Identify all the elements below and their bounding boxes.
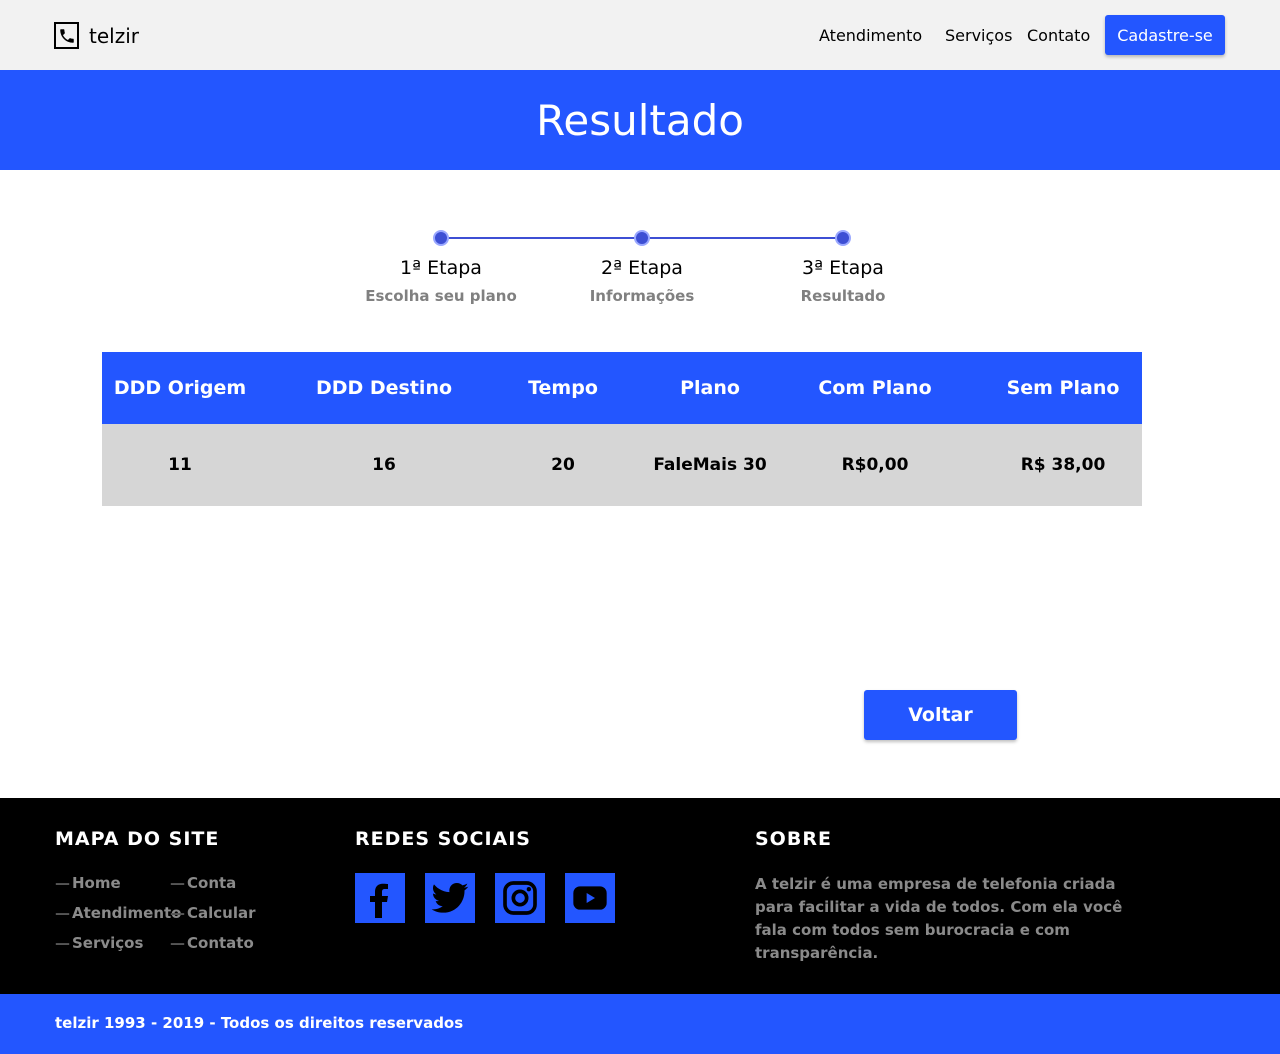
cell-com-plano: R$0,00 [841, 455, 909, 475]
footer-link-label: Home [72, 874, 121, 892]
step-3-dot [835, 230, 851, 246]
footer-link-label: Serviços [72, 934, 144, 952]
brand-name: telzir [89, 23, 139, 48]
dash-icon: — [170, 904, 185, 922]
footer-link-contato[interactable]: — Contato [170, 934, 254, 952]
phone-icon [54, 22, 79, 49]
column-header-sem-plano: Sem Plano [1006, 377, 1120, 399]
column-header-tempo: Tempo [528, 377, 598, 399]
footer-link-home[interactable]: — Home [55, 874, 121, 892]
brand-logo[interactable]: telzir [54, 22, 139, 49]
step-1-dot [433, 230, 449, 246]
footer-link-conta[interactable]: — Conta [170, 874, 236, 892]
back-button[interactable]: Voltar [864, 690, 1017, 740]
site-footer: MAPA DO SITE — Home — Atendimento — Serviço… [0, 798, 1280, 994]
about-heading: SOBRE [755, 828, 832, 850]
twitter-icon[interactable] [425, 873, 475, 923]
copyright-text: telzir 1993 - 2019 - Todos os direitos r… [55, 1014, 464, 1032]
cell-ddd-destino: 16 [372, 455, 396, 475]
copyright-bar: telzir 1993 - 2019 - Todos os direitos r… [0, 994, 1280, 1054]
page-banner: Resultado [0, 70, 1280, 170]
table-header-row: DDD Origem DDD Destino Tempo Plano Com P… [102, 352, 1142, 424]
nav-servicos[interactable]: Serviços [945, 0, 1012, 70]
step-1-title: 1ª Etapa [400, 257, 482, 279]
page-title: Resultado [536, 95, 744, 145]
cell-sem-plano: R$ 38,00 [1020, 455, 1106, 475]
step-2-title: 2ª Etapa [601, 257, 683, 279]
step-3-subtitle: Resultado [800, 287, 886, 305]
cell-tempo: 20 [551, 455, 575, 475]
footer-link-atendimento[interactable]: — Atendimento [55, 904, 181, 922]
dash-icon: — [170, 874, 185, 892]
footer-link-calcular[interactable]: — Calcular [170, 904, 256, 922]
column-header-plano: Plano [680, 377, 740, 399]
step-2-subtitle: Informações [589, 287, 695, 305]
column-header-ddd-destino: DDD Destino [315, 377, 453, 399]
footer-link-label: Atendimento [72, 904, 182, 922]
sitemap-heading: MAPA DO SITE [55, 828, 220, 850]
footer-link-label: Conta [187, 874, 237, 892]
nav-atendimento[interactable]: Atendimento [819, 0, 922, 70]
cell-ddd-origem: 11 [168, 455, 192, 475]
dash-icon: — [55, 904, 70, 922]
dash-icon: — [55, 874, 70, 892]
step-3-title: 3ª Etapa [802, 257, 884, 279]
about-text: A telzir é uma empresa de telefonia cria… [755, 875, 1123, 962]
footer-link-label: Contato [187, 934, 254, 952]
column-header-com-plano: Com Plano [818, 377, 932, 399]
nav-contato[interactable]: Contato [1027, 0, 1090, 70]
result-table: DDD Origem DDD Destino Tempo Plano Com P… [102, 352, 1142, 506]
dash-icon: — [55, 934, 70, 952]
cell-plano: FaleMais 30 [653, 455, 767, 475]
instagram-icon[interactable] [495, 873, 545, 923]
signup-button[interactable]: Cadastre-se [1105, 15, 1225, 55]
step-1-subtitle: Escolha seu plano [365, 287, 517, 305]
step-2-dot [634, 230, 650, 246]
youtube-icon[interactable] [565, 873, 615, 923]
column-header-ddd-origem: DDD Origem [113, 377, 247, 399]
facebook-icon[interactable] [355, 873, 405, 923]
footer-link-label: Calcular [187, 904, 256, 922]
dash-icon: — [170, 934, 185, 952]
footer-link-servicos[interactable]: — Serviços [55, 934, 143, 952]
table-row: 11 16 20 FaleMais 30 R$0,00 R$ 38,00 [102, 424, 1142, 506]
top-navbar: telzir Atendimento Serviços Contato Cada… [0, 0, 1280, 70]
social-heading: REDES SOCIAIS [355, 828, 531, 850]
